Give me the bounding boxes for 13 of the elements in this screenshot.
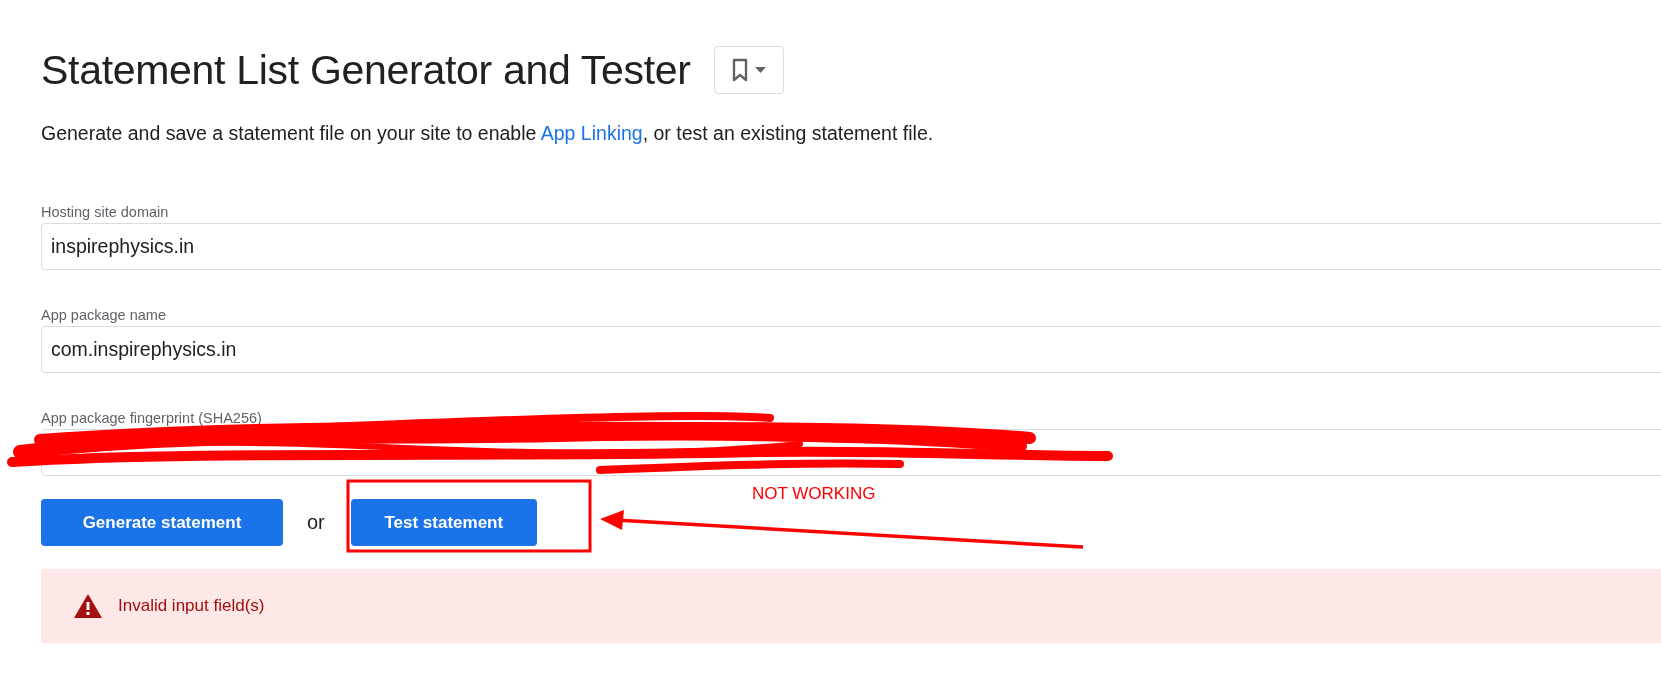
error-message: Invalid input field(s) bbox=[118, 596, 265, 616]
test-statement-button[interactable]: Test statement bbox=[350, 499, 537, 546]
app-linking-link[interactable]: App Linking bbox=[540, 122, 643, 144]
field-label: Hosting site domain bbox=[41, 203, 170, 222]
generate-statement-button[interactable]: Generate statement bbox=[41, 499, 283, 546]
input-field[interactable]: com.inspirephysics.in bbox=[41, 326, 1661, 373]
annotation-text: NOT WORKING bbox=[752, 484, 876, 504]
input-field[interactable]: inspirephysics.in bbox=[41, 223, 1661, 270]
field-label: App package fingerprint (SHA256) bbox=[41, 409, 263, 428]
or-text: or bbox=[307, 511, 325, 534]
page-title: Statement List Generator and Tester bbox=[41, 46, 691, 94]
description-text: Generate and save a statement file on your site to enable App Linking, or test an existing statement file. bbox=[41, 122, 935, 145]
field-label: App package name bbox=[41, 306, 167, 325]
